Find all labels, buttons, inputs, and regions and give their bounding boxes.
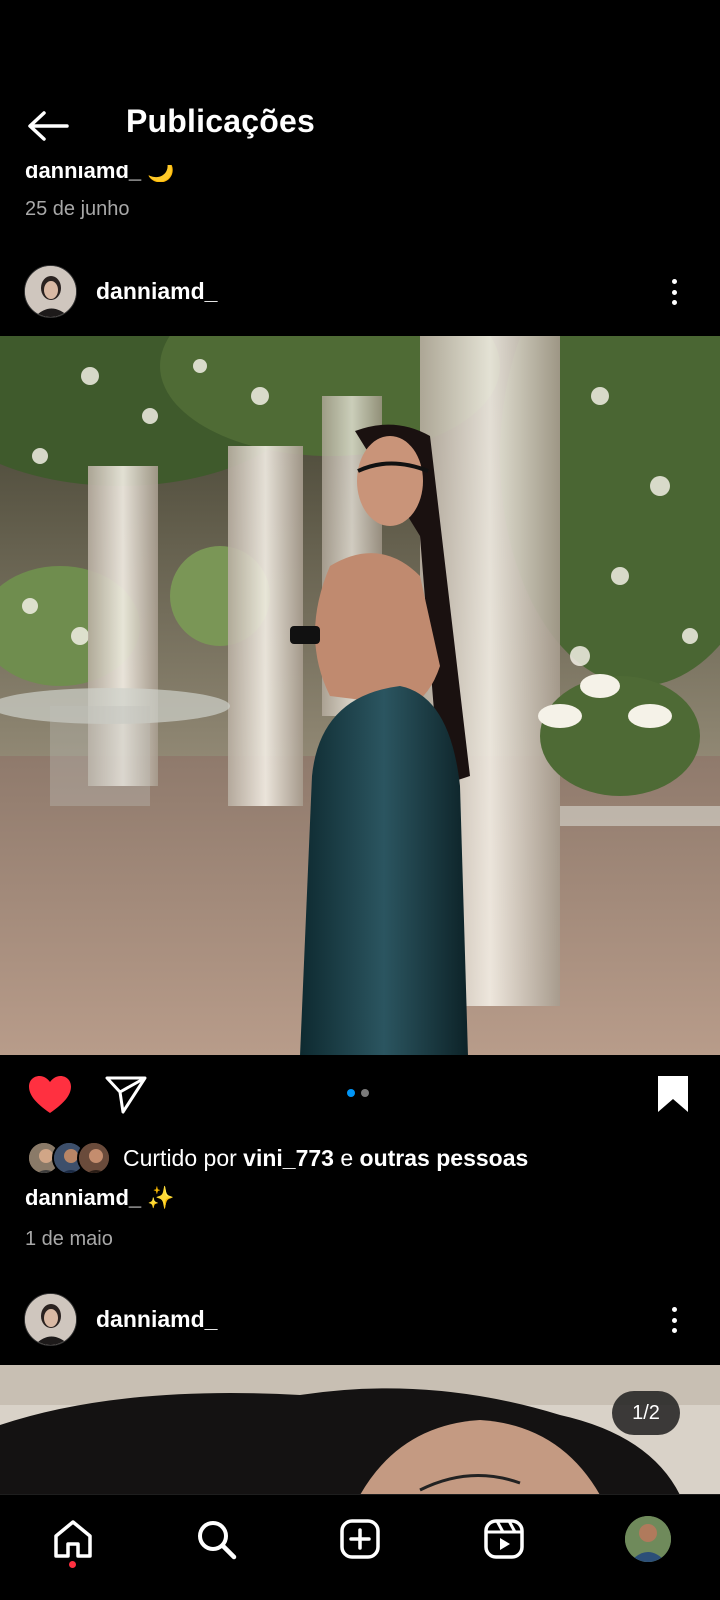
avatar[interactable] bbox=[24, 1293, 77, 1346]
liker-avatars bbox=[27, 1141, 121, 1175]
more-vertical-icon bbox=[671, 279, 677, 284]
likes-summary[interactable]: Curtido por vini_773 e outras pessoas bbox=[27, 1140, 528, 1176]
nav-profile[interactable] bbox=[622, 1513, 674, 1565]
profile-avatar bbox=[625, 1516, 671, 1562]
save-button[interactable] bbox=[656, 1074, 690, 1119]
like-button[interactable] bbox=[28, 1075, 72, 1120]
post-header: danniamd_ bbox=[0, 1279, 720, 1359]
share-button[interactable] bbox=[105, 1075, 147, 1120]
carousel-dot-active bbox=[347, 1089, 355, 1097]
notification-dot bbox=[69, 1561, 76, 1568]
bookmark-filled-icon bbox=[658, 1076, 688, 1112]
page-title: Publicações bbox=[126, 103, 315, 139]
likes-text: Curtido por vini_773 e outras pessoas bbox=[123, 1145, 528, 1172]
post-image[interactable] bbox=[0, 1365, 720, 1495]
caption-text: ✨ bbox=[147, 1185, 175, 1210]
post-image[interactable] bbox=[0, 336, 720, 1055]
home-icon bbox=[54, 1520, 92, 1558]
heart-filled-icon bbox=[29, 1076, 71, 1113]
likes-prefix: Curtido por bbox=[123, 1144, 237, 1171]
avatar[interactable] bbox=[24, 265, 77, 318]
add-icon bbox=[340, 1519, 380, 1559]
reels-icon bbox=[484, 1519, 524, 1559]
previous-post-date: 25 de junho bbox=[25, 198, 130, 220]
nav-reels[interactable] bbox=[478, 1513, 530, 1565]
post-header: danniamd_ bbox=[0, 251, 720, 331]
carousel-counter: 1/2 bbox=[612, 1391, 680, 1435]
search-icon bbox=[198, 1521, 237, 1560]
carousel-indicator bbox=[347, 1089, 369, 1097]
liker-username[interactable]: vini_773 bbox=[243, 1145, 334, 1171]
caption-username[interactable]: danniamd_ bbox=[25, 1185, 141, 1210]
send-icon bbox=[105, 1076, 147, 1114]
likes-join: e bbox=[340, 1144, 354, 1171]
likes-others[interactable]: outras pessoas bbox=[360, 1145, 529, 1171]
post-actions bbox=[0, 1060, 720, 1130]
avatar bbox=[77, 1141, 111, 1175]
nav-search[interactable] bbox=[190, 1513, 242, 1565]
more-options-button[interactable] bbox=[662, 275, 686, 309]
post-username[interactable]: danniamd_ bbox=[96, 278, 217, 305]
nav-home[interactable] bbox=[47, 1513, 99, 1565]
post-caption: danniamd_ ✨ bbox=[25, 1185, 175, 1211]
carousel-dot bbox=[361, 1089, 369, 1097]
back-button[interactable] bbox=[26, 104, 70, 148]
arrow-left-icon bbox=[28, 111, 69, 141]
bottom-navigation bbox=[0, 1494, 720, 1600]
more-options-button[interactable] bbox=[662, 1303, 686, 1337]
nav-create[interactable] bbox=[334, 1513, 386, 1565]
top-app-bar: Publicações bbox=[0, 0, 720, 165]
more-vertical-icon bbox=[671, 1307, 677, 1312]
post-date: 1 de maio bbox=[25, 1228, 113, 1250]
post-username[interactable]: danniamd_ bbox=[96, 1306, 217, 1333]
